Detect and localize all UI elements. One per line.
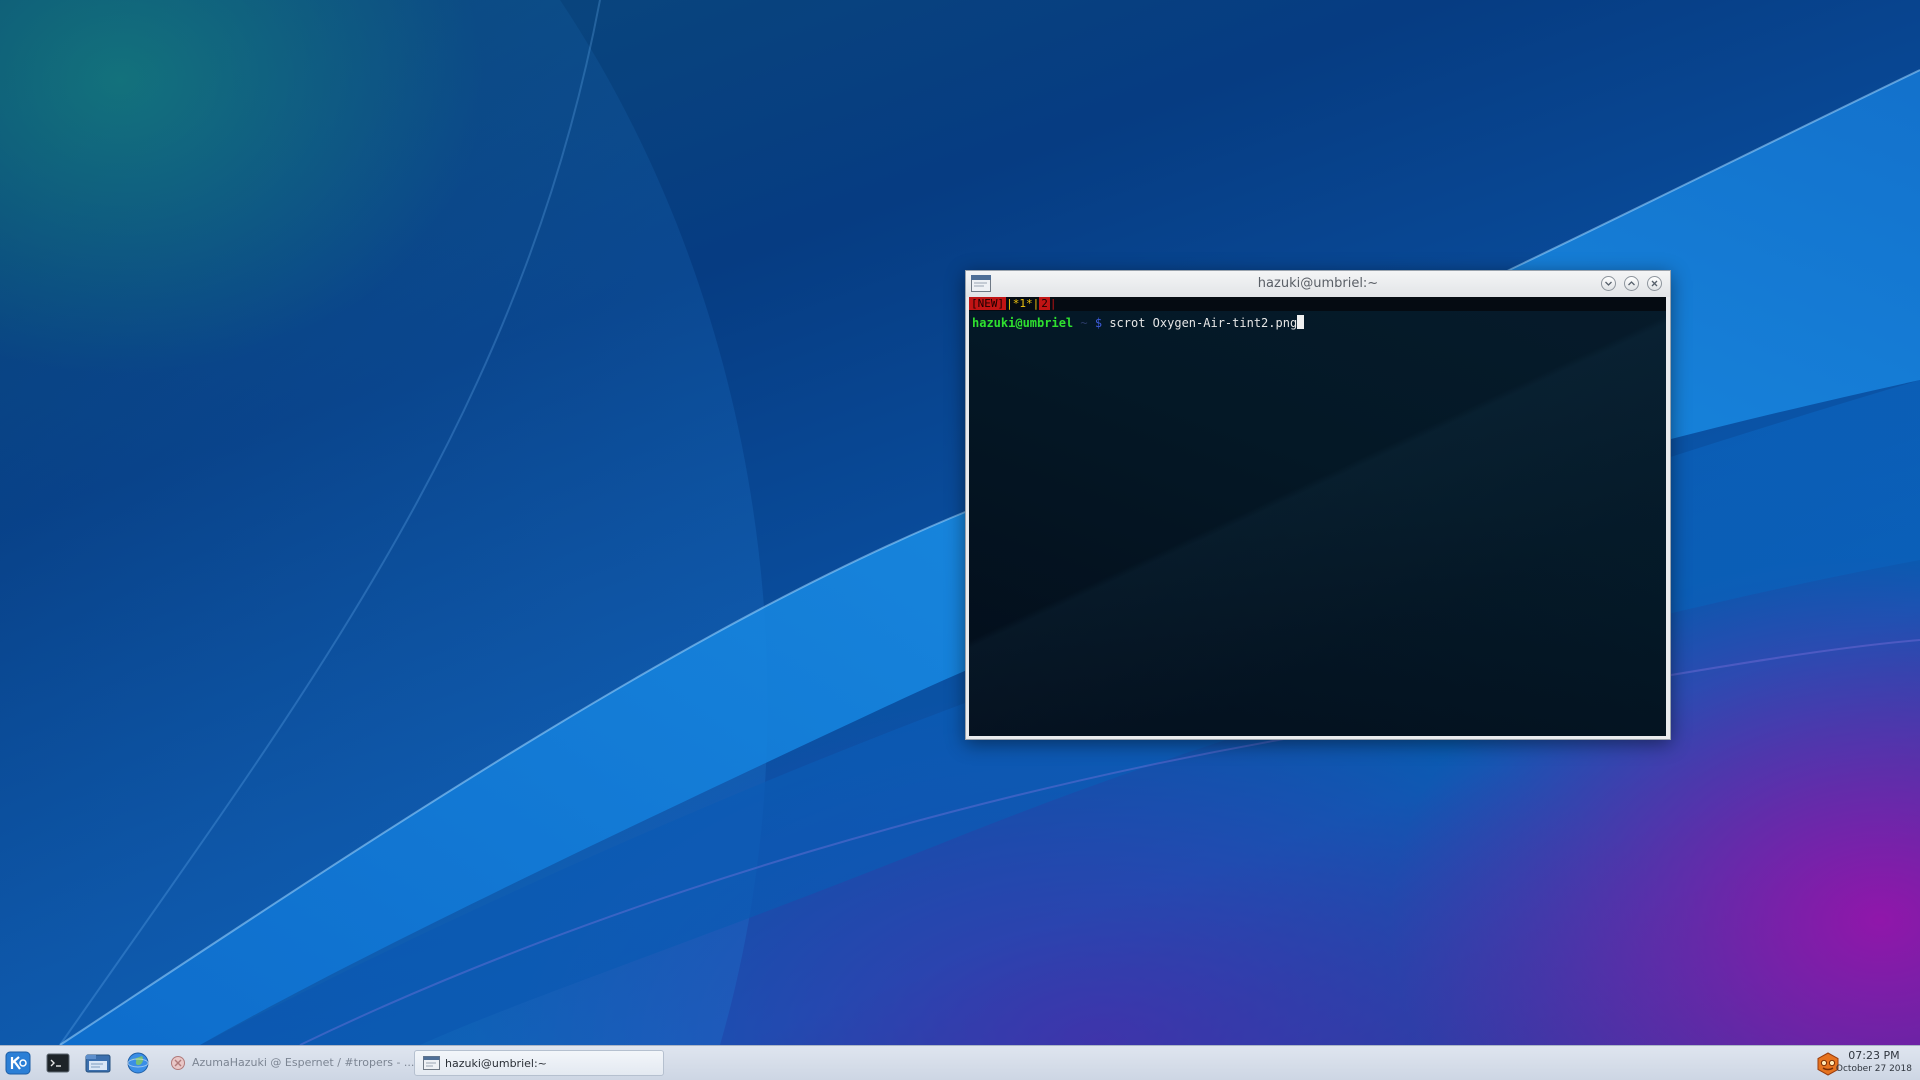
terminal-window-icon: [423, 1056, 440, 1070]
task-terminal-window[interactable]: hazuki@umbriel:~: [414, 1050, 664, 1076]
chevron-up-icon: [1628, 281, 1635, 286]
clock-time: 07:23 PM: [1848, 1049, 1900, 1062]
clock[interactable]: 07:23 PM October 27 2018: [1836, 1049, 1912, 1076]
prompt-dir: ~: [1080, 316, 1088, 330]
tmux-status-line: [NEW] |*1*| 2 |: [969, 297, 1666, 311]
status-tag-separator: |: [1049, 297, 1057, 310]
clock-date: October 27 2018: [1835, 1064, 1912, 1074]
terminal-content[interactable]: [NEW] |*1*| 2 | hazuki@umbriel ~ $ scrot Ox…: [969, 297, 1666, 736]
chevron-down-icon: [1605, 281, 1612, 286]
window-title: hazuki@umbriel:~: [1257, 276, 1379, 291]
irc-client-icon: [171, 1056, 185, 1070]
terminal-background-glow: [969, 297, 1666, 736]
maximize-button[interactable]: [1624, 276, 1639, 291]
file-manager-icon[interactable]: [85, 1051, 111, 1075]
window-titlebar[interactable]: hazuki@umbriel:~: [966, 271, 1670, 297]
prompt-user: hazuki@umbriel: [972, 316, 1074, 330]
taskbar: AzumaHazuki @ Espernet / #tropers - ... …: [0, 1045, 1920, 1080]
terminal-window[interactable]: hazuki@umbriel:~ [NEW] |*1*| 2 | hazuki@umb…: [965, 270, 1671, 740]
text-cursor: [1297, 315, 1305, 329]
prompt-symbol: $: [1094, 316, 1103, 330]
status-tag-window-1: |*1*|: [1006, 297, 1040, 310]
web-browser-icon[interactable]: [125, 1051, 151, 1075]
close-icon: [1651, 280, 1658, 287]
command-line[interactable]: hazuki@umbriel ~ $ scrot Oxygen-Air-tint…: [972, 315, 1305, 331]
command-text: scrot Oxygen-Air-tint2.png: [1109, 316, 1298, 330]
status-tag-window-2: 2: [1039, 297, 1050, 310]
close-button[interactable]: [1647, 276, 1662, 291]
status-tag-new: [NEW]: [969, 297, 1007, 310]
task-irc-client-label: AzumaHazuki @ Espernet / #tropers - ...: [192, 1056, 415, 1069]
minimize-button[interactable]: [1601, 276, 1616, 291]
terminal-icon[interactable]: [45, 1051, 71, 1075]
task-terminal-window-label: hazuki@umbriel:~: [445, 1057, 547, 1070]
kde-menu-icon[interactable]: [5, 1051, 31, 1075]
task-irc-client[interactable]: AzumaHazuki @ Espernet / #tropers - ...: [162, 1050, 414, 1076]
